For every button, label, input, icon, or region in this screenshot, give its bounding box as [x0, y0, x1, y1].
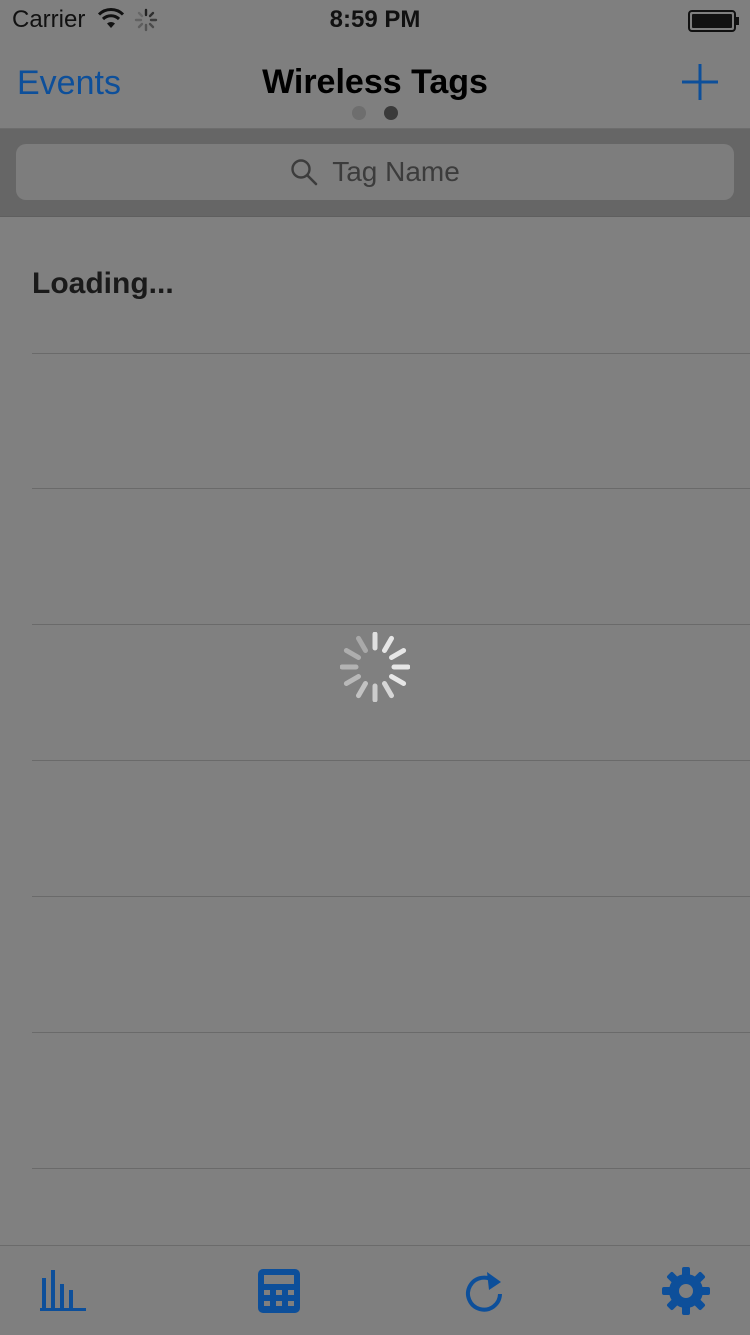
tag-list: Loading... [0, 217, 750, 1245]
search-bar: Tag Name [0, 129, 750, 217]
page-dot-2[interactable] [384, 106, 398, 120]
plus-icon[interactable] [680, 62, 720, 102]
status-time: 8:59 PM [329, 6, 421, 33]
calculator-icon[interactable] [254, 1266, 304, 1316]
battery-icon [688, 10, 739, 32]
page-indicator[interactable] [0, 106, 750, 120]
search-placeholder: Tag Name [332, 156, 460, 187]
tab-bar [0, 1245, 750, 1335]
list-item [32, 352, 750, 489]
status-bar: Carrier 8:59 PM [0, 0, 750, 40]
search-icon [291, 159, 318, 186]
bar-chart-icon[interactable] [38, 1266, 88, 1316]
list-item: Loading... [32, 217, 750, 354]
list-item [32, 1032, 750, 1169]
navigation-bar: Events Wireless Tags [0, 40, 750, 129]
list-item [32, 896, 750, 1033]
loading-label: Loading... [32, 267, 174, 300]
loading-spinner-icon [340, 632, 410, 702]
list-item [32, 760, 750, 897]
refresh-icon[interactable] [459, 1266, 509, 1316]
search-input[interactable]: Tag Name [16, 144, 734, 200]
gear-icon[interactable] [661, 1266, 711, 1316]
page-dot-1[interactable] [352, 106, 366, 120]
list-item [32, 488, 750, 625]
page-title: Wireless Tags [262, 63, 488, 101]
